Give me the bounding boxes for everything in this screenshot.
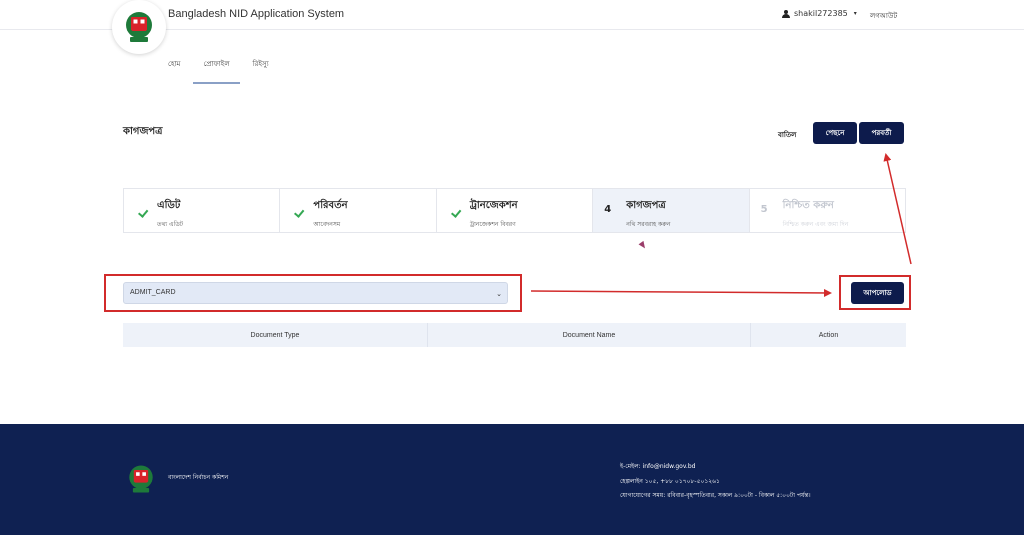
emblem-icon: [129, 465, 153, 493]
step-title: নিশ্চিত করুন: [782, 200, 834, 211]
app-title: Bangladesh NID Application System: [168, 8, 345, 20]
step-subtitle: আবেদনসম: [313, 221, 341, 228]
arrow-to-upload: [530, 288, 832, 297]
documents-table-header: Document Type Document Name Action: [123, 323, 906, 347]
step-subtitle: নিশ্চিত করুন এবং জমা দিন: [782, 221, 849, 228]
chevron-down-icon: ▾: [853, 10, 857, 17]
document-type-select[interactable]: ADMIT_CARD ⌄: [123, 282, 508, 304]
user-icon: [782, 9, 790, 18]
step-number: 4: [604, 204, 612, 215]
step-confirm[interactable]: 5 নিশ্চিত করুন নিশ্চিত করুন এবং জমা দিন: [750, 189, 905, 232]
mouse-cursor-icon: [638, 240, 648, 251]
step-documents[interactable]: 4 কাগজপত্র নথি সরবরাহ করুন: [593, 189, 750, 232]
main-content: Bangladesh NID Application System shakil…: [0, 0, 1024, 424]
check-icon: [448, 206, 458, 214]
footer-org-name: বাংলাদেশ নির্বাচন কমিশন: [168, 474, 229, 481]
username: shakil272385: [794, 9, 848, 18]
check-icon: [291, 206, 301, 214]
upload-button[interactable]: আপলোড: [851, 282, 904, 304]
chevron-down-icon: ⌄: [496, 291, 502, 298]
footer-hours: যোগাযোগের সময়: রবিবার-বৃহস্পতিবার, সকাল…: [620, 492, 811, 499]
column-header-document-name: Document Name: [428, 323, 751, 347]
nav-profile[interactable]: প্রোফাইল: [193, 58, 240, 84]
column-header-document-type: Document Type: [123, 323, 428, 347]
step-subtitle: ট্রানজেকশন বিবরণ: [469, 221, 516, 228]
column-header-action: Action: [818, 331, 839, 339]
page-title: কাগজপত্র: [123, 126, 163, 137]
main-nav: হোম প্রোফাইল রিইস্যু: [168, 58, 292, 84]
logout-link[interactable]: লগআউট: [870, 10, 897, 22]
footer-hotline: হেল্পলাইন ১০৫, +৮৮ ০১৭০৮-৫০১২৬১: [620, 477, 720, 485]
step-title: ট্রানজেকশন: [469, 200, 518, 211]
selected-document-value: ADMIT_CARD: [130, 289, 176, 296]
emblem-icon: [126, 12, 152, 42]
site-footer: বাংলাদেশ নির্বাচন কমিশন ই-মেইল: info@nid…: [0, 424, 1024, 535]
step-title: কাগজপত্র: [626, 200, 666, 211]
bec-logo[interactable]: [112, 0, 166, 54]
next-button[interactable]: পরবর্তী: [859, 122, 904, 144]
step-title: এডিট: [157, 200, 181, 211]
step-transaction[interactable]: ট্রানজেকশন ট্রানজেকশন বিবরণ: [437, 189, 594, 232]
step-subtitle: নথি সরবরাহ করুন: [626, 221, 671, 228]
step-number: 5: [760, 204, 768, 215]
footer-contact: ই-মেইল: info@nidw.gov.bd হেল্পলাইন ১০৫, …: [620, 460, 811, 504]
step-title: পরিবর্তন: [313, 200, 348, 211]
check-icon: [135, 206, 145, 214]
nav-home[interactable]: হোম: [168, 58, 180, 84]
step-subtitle: তথ্য এডিট: [157, 221, 184, 228]
nav-reissue[interactable]: রিইস্যু: [253, 58, 269, 84]
cancel-button[interactable]: বাতিল: [778, 129, 796, 141]
footer-email: ই-মেইল: info@nidw.gov.bd: [620, 463, 696, 470]
step-edit[interactable]: এডিট তথ্য এডিট: [124, 189, 281, 232]
user-menu[interactable]: shakil272385 ▾: [782, 9, 857, 18]
back-button[interactable]: পেছনে: [813, 122, 857, 144]
progress-stepper: এডিট তথ্য এডিট পরিবর্তন আবেদনসম ট্রানজেক…: [123, 188, 906, 233]
step-change[interactable]: পরিবর্তন আবেদনসম: [280, 189, 437, 232]
